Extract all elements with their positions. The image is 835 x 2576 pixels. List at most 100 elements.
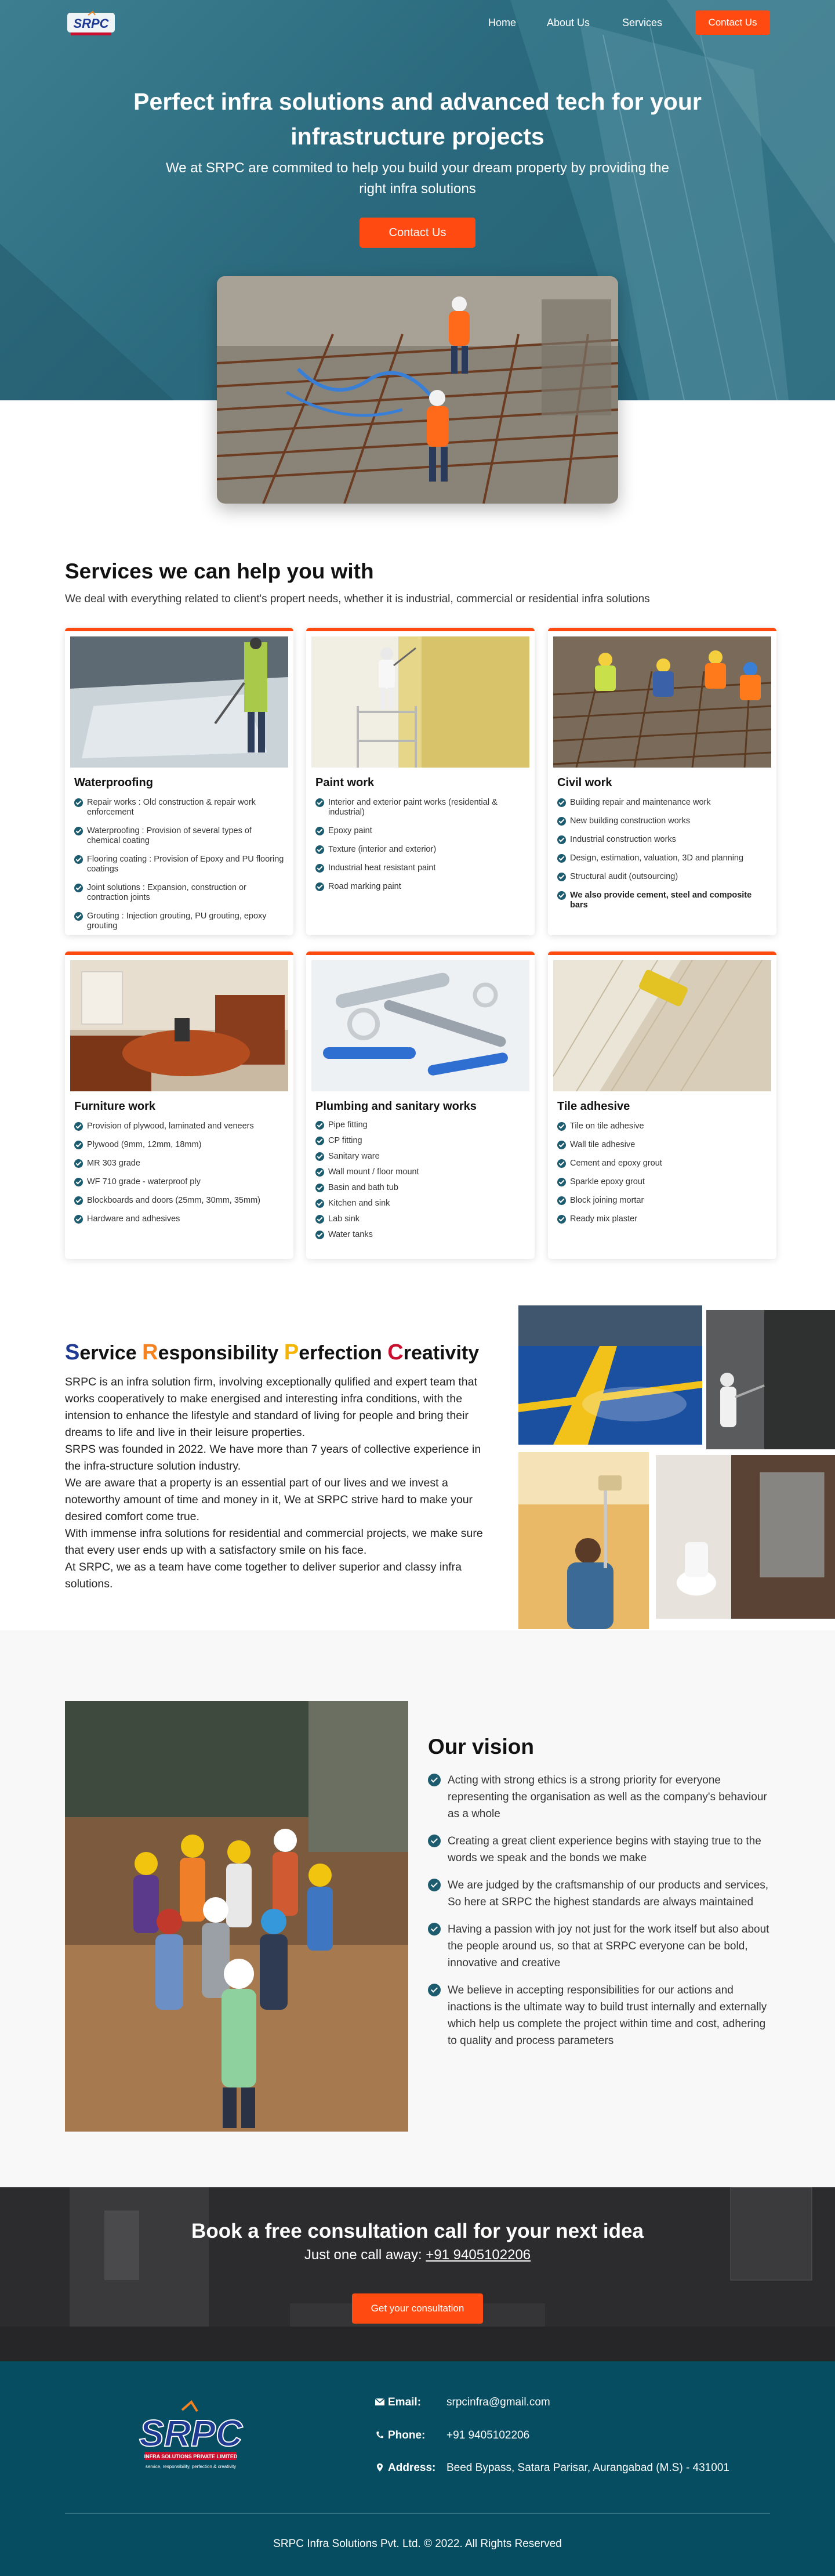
nav-contact-button[interactable]: Contact Us bbox=[695, 10, 770, 35]
check-icon bbox=[315, 864, 324, 873]
list-item: Basin and bath tub bbox=[315, 1183, 527, 1193]
card-title: Plumbing and sanitary works bbox=[315, 1100, 477, 1113]
consultation-prefix: Just one call away: bbox=[304, 2247, 422, 2263]
email-label: Email: bbox=[375, 2396, 421, 2409]
title-initial: S bbox=[65, 1340, 80, 1365]
list-item: Repair works : Old construction & repair… bbox=[74, 798, 285, 817]
list-item: Waterproofing : Provision of several typ… bbox=[74, 826, 285, 846]
check-icon bbox=[428, 1984, 441, 1996]
hero-construction-photo bbox=[217, 276, 618, 504]
service-list: Building repair and maintenance work New… bbox=[557, 798, 768, 919]
check-icon bbox=[557, 1178, 566, 1186]
list-item: Kitchen and sink bbox=[315, 1199, 527, 1209]
list-item: Texture (interior and exterior) bbox=[315, 845, 527, 855]
check-icon bbox=[74, 827, 83, 835]
list-item: Wall tile adhesive bbox=[557, 1140, 768, 1150]
list-item: Flooring coating : Provision of Epoxy an… bbox=[74, 855, 285, 874]
about-body: SRPC is an infra solution firm, involvin… bbox=[65, 1374, 494, 1593]
list-item: Plywood (9mm, 12mm, 18mm) bbox=[74, 1140, 285, 1150]
service-list: Provision of plywood, laminated and vene… bbox=[74, 1121, 285, 1233]
about-paragraph: SRPS was founded in 2022. We have more t… bbox=[65, 1443, 481, 1472]
list-item: Joint solutions : Expansion, constructio… bbox=[74, 883, 285, 903]
consultation-phone-link[interactable]: +91 9405102206 bbox=[426, 2247, 531, 2263]
nav-about-us[interactable]: About Us bbox=[547, 17, 590, 29]
get-consultation-button[interactable]: Get your consultation bbox=[352, 2293, 483, 2324]
vision-list: Acting with strong ethics is a strong pr… bbox=[428, 1772, 770, 2060]
nav-services[interactable]: Services bbox=[622, 17, 662, 29]
list-item: Wall mount / floor mount bbox=[315, 1167, 527, 1177]
list-item: Cement and epoxy grout bbox=[557, 1159, 768, 1168]
check-icon bbox=[74, 912, 83, 921]
list-item: Provision of plywood, laminated and vene… bbox=[74, 1121, 285, 1131]
list-item: Sanitary ware bbox=[315, 1152, 527, 1162]
email-link[interactable]: srpcinfra@gmail.com bbox=[446, 2396, 550, 2409]
title-initial: C bbox=[387, 1340, 404, 1365]
card-title: Paint work bbox=[315, 776, 375, 789]
check-icon bbox=[315, 1152, 324, 1161]
title-initial: R bbox=[142, 1340, 158, 1365]
address-label: Address: bbox=[375, 2462, 435, 2474]
check-icon bbox=[74, 884, 83, 892]
service-card-plumbing-sanitary: Plumbing and sanitary works Pipe fitting… bbox=[306, 951, 535, 1259]
footer-logo[interactable]: SRPC INFRA SOLUTIONS PRIVATE LIMITED ser… bbox=[124, 2398, 257, 2474]
check-icon bbox=[557, 854, 566, 863]
check-icon bbox=[557, 798, 566, 807]
page: SRPC Home About Us Services Contact Us P… bbox=[0, 0, 835, 2576]
hero-contact-button[interactable]: Contact Us bbox=[360, 218, 475, 248]
nav-home[interactable]: Home bbox=[488, 17, 516, 29]
consultation-subtitle: Just one call away: +91 9405102206 bbox=[0, 2247, 835, 2263]
card-title: Furniture work bbox=[74, 1100, 156, 1113]
list-item: Structural audit (outsourcing) bbox=[557, 872, 768, 882]
check-icon bbox=[74, 1215, 83, 1224]
service-card-waterproofing: Waterproofing Repair works : Old constru… bbox=[65, 628, 293, 935]
check-icon bbox=[557, 1141, 566, 1149]
list-item: Blockboards and doors (25mm, 30mm, 35mm) bbox=[74, 1196, 285, 1206]
consultation-banner bbox=[0, 2187, 835, 2361]
check-icon bbox=[428, 1835, 441, 1847]
check-icon bbox=[428, 1774, 441, 1786]
list-item: Industrial construction works bbox=[557, 835, 768, 845]
vision-item: Acting with strong ethics is a strong pr… bbox=[428, 1772, 770, 1822]
tile-adhesive-photo bbox=[553, 960, 771, 1091]
services-title: Services we can help you with bbox=[65, 559, 374, 583]
list-item: Pipe fitting bbox=[315, 1120, 527, 1130]
service-list: Tile on tile adhesive Wall tile adhesive… bbox=[557, 1121, 768, 1233]
footer-divider bbox=[65, 2513, 770, 2514]
card-title: Tile adhesive bbox=[557, 1100, 630, 1113]
check-icon bbox=[428, 1879, 441, 1891]
list-item: Design, estimation, valuation, 3D and pl… bbox=[557, 853, 768, 863]
check-icon bbox=[315, 1184, 324, 1192]
copyright-text: SRPC Infra Solutions Pvt. Ltd. © 2022. A… bbox=[273, 2538, 562, 2550]
waterproofing-photo bbox=[70, 636, 288, 768]
bathroom-photo bbox=[656, 1455, 835, 1619]
waterproofing-spray-photo bbox=[706, 1310, 835, 1449]
check-icon bbox=[315, 1168, 324, 1177]
check-icon bbox=[315, 882, 324, 891]
list-item: Hardware and adhesives bbox=[74, 1214, 285, 1224]
location-icon bbox=[377, 2463, 383, 2472]
vision-item: We believe in accepting responsibilities… bbox=[428, 1982, 770, 2049]
list-item: WF 710 grade - waterproof ply bbox=[74, 1177, 285, 1187]
check-icon bbox=[74, 1178, 83, 1186]
logo[interactable]: SRPC bbox=[65, 9, 117, 38]
about-paragraph: SRPC is an infra solution firm, involvin… bbox=[65, 1376, 478, 1439]
epoxy-floor-photo bbox=[518, 1305, 702, 1445]
list-item: CP fitting bbox=[315, 1136, 527, 1146]
vision-item: Having a passion with joy not just for t… bbox=[428, 1921, 770, 1971]
service-card-furniture-work: Furniture work Provision of plywood, lam… bbox=[65, 951, 293, 1259]
about-title: Service Responsibility Perfection Creati… bbox=[65, 1340, 479, 1365]
service-list: Pipe fitting CP fitting Sanitary ware Wa… bbox=[315, 1120, 527, 1246]
phone-link[interactable]: +91 9405102206 bbox=[446, 2429, 529, 2442]
list-item: Block joining mortar bbox=[557, 1196, 768, 1206]
about-paragraph: We are aware that a property is an essen… bbox=[65, 1477, 473, 1523]
list-item: Tile on tile adhesive bbox=[557, 1121, 768, 1131]
check-icon bbox=[557, 1215, 566, 1224]
check-icon bbox=[74, 798, 83, 807]
top-navbar: SRPC Home About Us Services Contact Us bbox=[0, 0, 835, 46]
about-paragraph: At SRPC, we as a team have come together… bbox=[65, 1561, 462, 1590]
check-icon bbox=[74, 1196, 83, 1205]
services-subtitle: We deal with everything related to clien… bbox=[65, 593, 650, 605]
check-icon bbox=[557, 891, 566, 900]
title-word: ervice bbox=[79, 1342, 137, 1364]
check-icon bbox=[428, 1923, 441, 1935]
